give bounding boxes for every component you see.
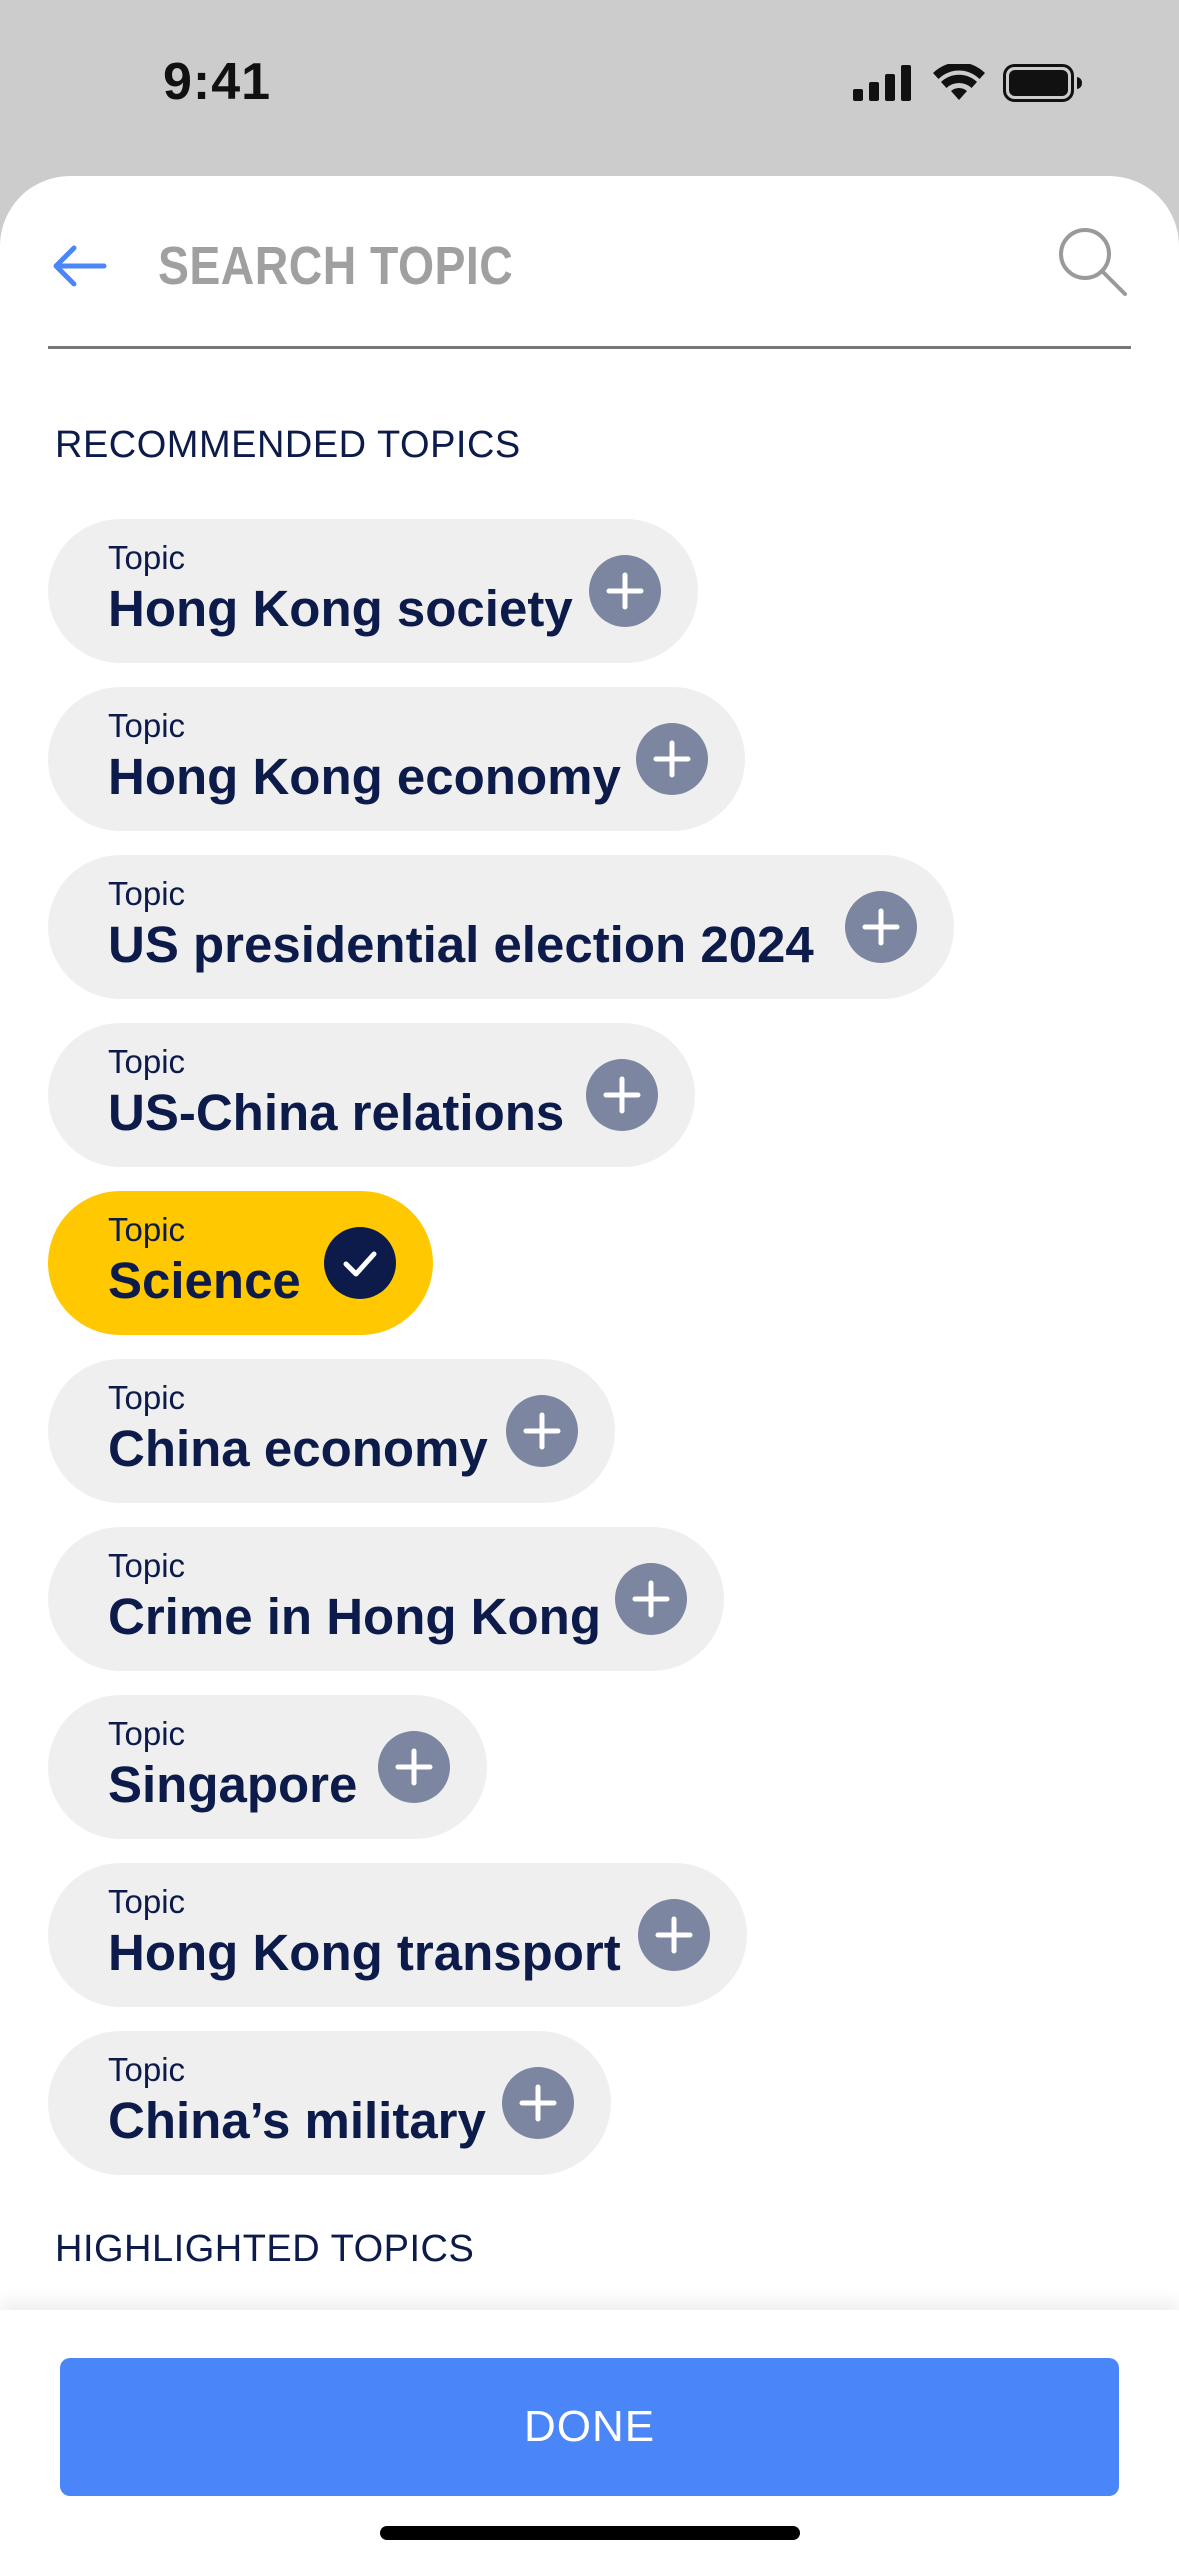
topic-label: Topic (108, 1211, 186, 1248)
topic-chip-us-china-relations[interactable]: Topic US-China relations (48, 1023, 695, 1167)
topic-name: Hong Kong society (108, 580, 573, 637)
add-topic-button[interactable] (586, 1059, 658, 1131)
done-button[interactable]: DONE (60, 2358, 1119, 2496)
search-input[interactable]: SEARCH TOPIC (158, 226, 846, 306)
plus-icon (862, 908, 900, 946)
home-indicator (380, 2526, 800, 2540)
plus-icon (519, 2084, 557, 2122)
topic-label: Topic (108, 1379, 186, 1416)
search-divider (48, 346, 1131, 349)
topic-label: Topic (108, 875, 186, 912)
topic-label: Topic (108, 1715, 186, 1752)
plus-icon (653, 740, 691, 778)
search-row: SEARCH TOPIC (48, 176, 1131, 346)
plus-icon (632, 1580, 670, 1618)
magnifier-icon (1059, 228, 1127, 296)
bottom-bar: DONE (0, 2310, 1179, 2556)
status-icons (853, 64, 1083, 102)
add-topic-button[interactable] (502, 2067, 574, 2139)
back-button[interactable] (48, 236, 108, 296)
plus-icon (603, 1076, 641, 1114)
check-icon (343, 1251, 377, 1277)
topic-chip-crime-in-hong-kong[interactable]: Topic Crime in Hong Kong (48, 1527, 724, 1671)
topic-chip-science[interactable]: Topic Science (48, 1191, 433, 1335)
status-time: 9:41 (163, 53, 272, 111)
add-topic-button[interactable] (506, 1395, 578, 1467)
topic-name: China economy (108, 1420, 488, 1477)
highlighted-topics-title: HIGHLIGHTED TOPICS (55, 2228, 475, 2270)
plus-icon (606, 572, 644, 610)
topic-chip-singapore[interactable]: Topic Singapore (48, 1695, 487, 1839)
topic-name: US-China relations (108, 1084, 565, 1141)
status-bar: 9:41 (0, 0, 1179, 175)
add-topic-button[interactable] (615, 1563, 687, 1635)
topic-name: US presidential election 2024 (108, 916, 814, 973)
topic-label: Topic (108, 1043, 186, 1080)
arrow-left-icon (53, 245, 107, 287)
topic-name: Hong Kong economy (108, 748, 621, 805)
topic-label: Topic (108, 1883, 186, 1920)
add-topic-button[interactable] (845, 891, 917, 963)
topic-sheet: SEARCH TOPIC RECOMMENDED TOPICS Topic Ho… (0, 176, 1179, 2556)
topic-chip-hong-kong-transport[interactable]: Topic Hong Kong transport (48, 1863, 747, 2007)
add-topic-button[interactable] (638, 1899, 710, 1971)
plus-icon (655, 1916, 693, 1954)
battery-icon (1003, 64, 1082, 102)
cellular-signal-icon (853, 65, 911, 101)
topic-name: China’s military (108, 2092, 486, 2149)
wifi-icon (933, 64, 985, 100)
topic-label: Topic (108, 539, 186, 576)
add-topic-button[interactable] (636, 723, 708, 795)
topic-name: Hong Kong transport (108, 1924, 621, 1981)
topic-name: Crime in Hong Kong (108, 1588, 601, 1645)
topic-chip-us-presidential-election-2024[interactable]: Topic US presidential election 2024 (48, 855, 954, 999)
add-topic-button[interactable] (589, 555, 661, 627)
topic-chip-chinas-military[interactable]: Topic China’s military (48, 2031, 611, 2175)
search-button[interactable] (1053, 222, 1133, 302)
topic-label: Topic (108, 1547, 186, 1584)
topic-chip-hong-kong-economy[interactable]: Topic Hong Kong economy (48, 687, 745, 831)
remove-topic-button[interactable] (324, 1227, 396, 1299)
plus-icon (395, 1748, 433, 1786)
topic-label: Topic (108, 2051, 186, 2088)
recommended-topics-title: RECOMMENDED TOPICS (55, 424, 521, 466)
topic-name: Science (108, 1252, 301, 1309)
topic-name: Singapore (108, 1756, 358, 1813)
topic-label: Topic (108, 707, 186, 744)
plus-icon (523, 1412, 561, 1450)
add-topic-button[interactable] (378, 1731, 450, 1803)
topic-chip-hong-kong-society[interactable]: Topic Hong Kong society (48, 519, 698, 663)
topic-chip-china-economy[interactable]: Topic China economy (48, 1359, 615, 1503)
